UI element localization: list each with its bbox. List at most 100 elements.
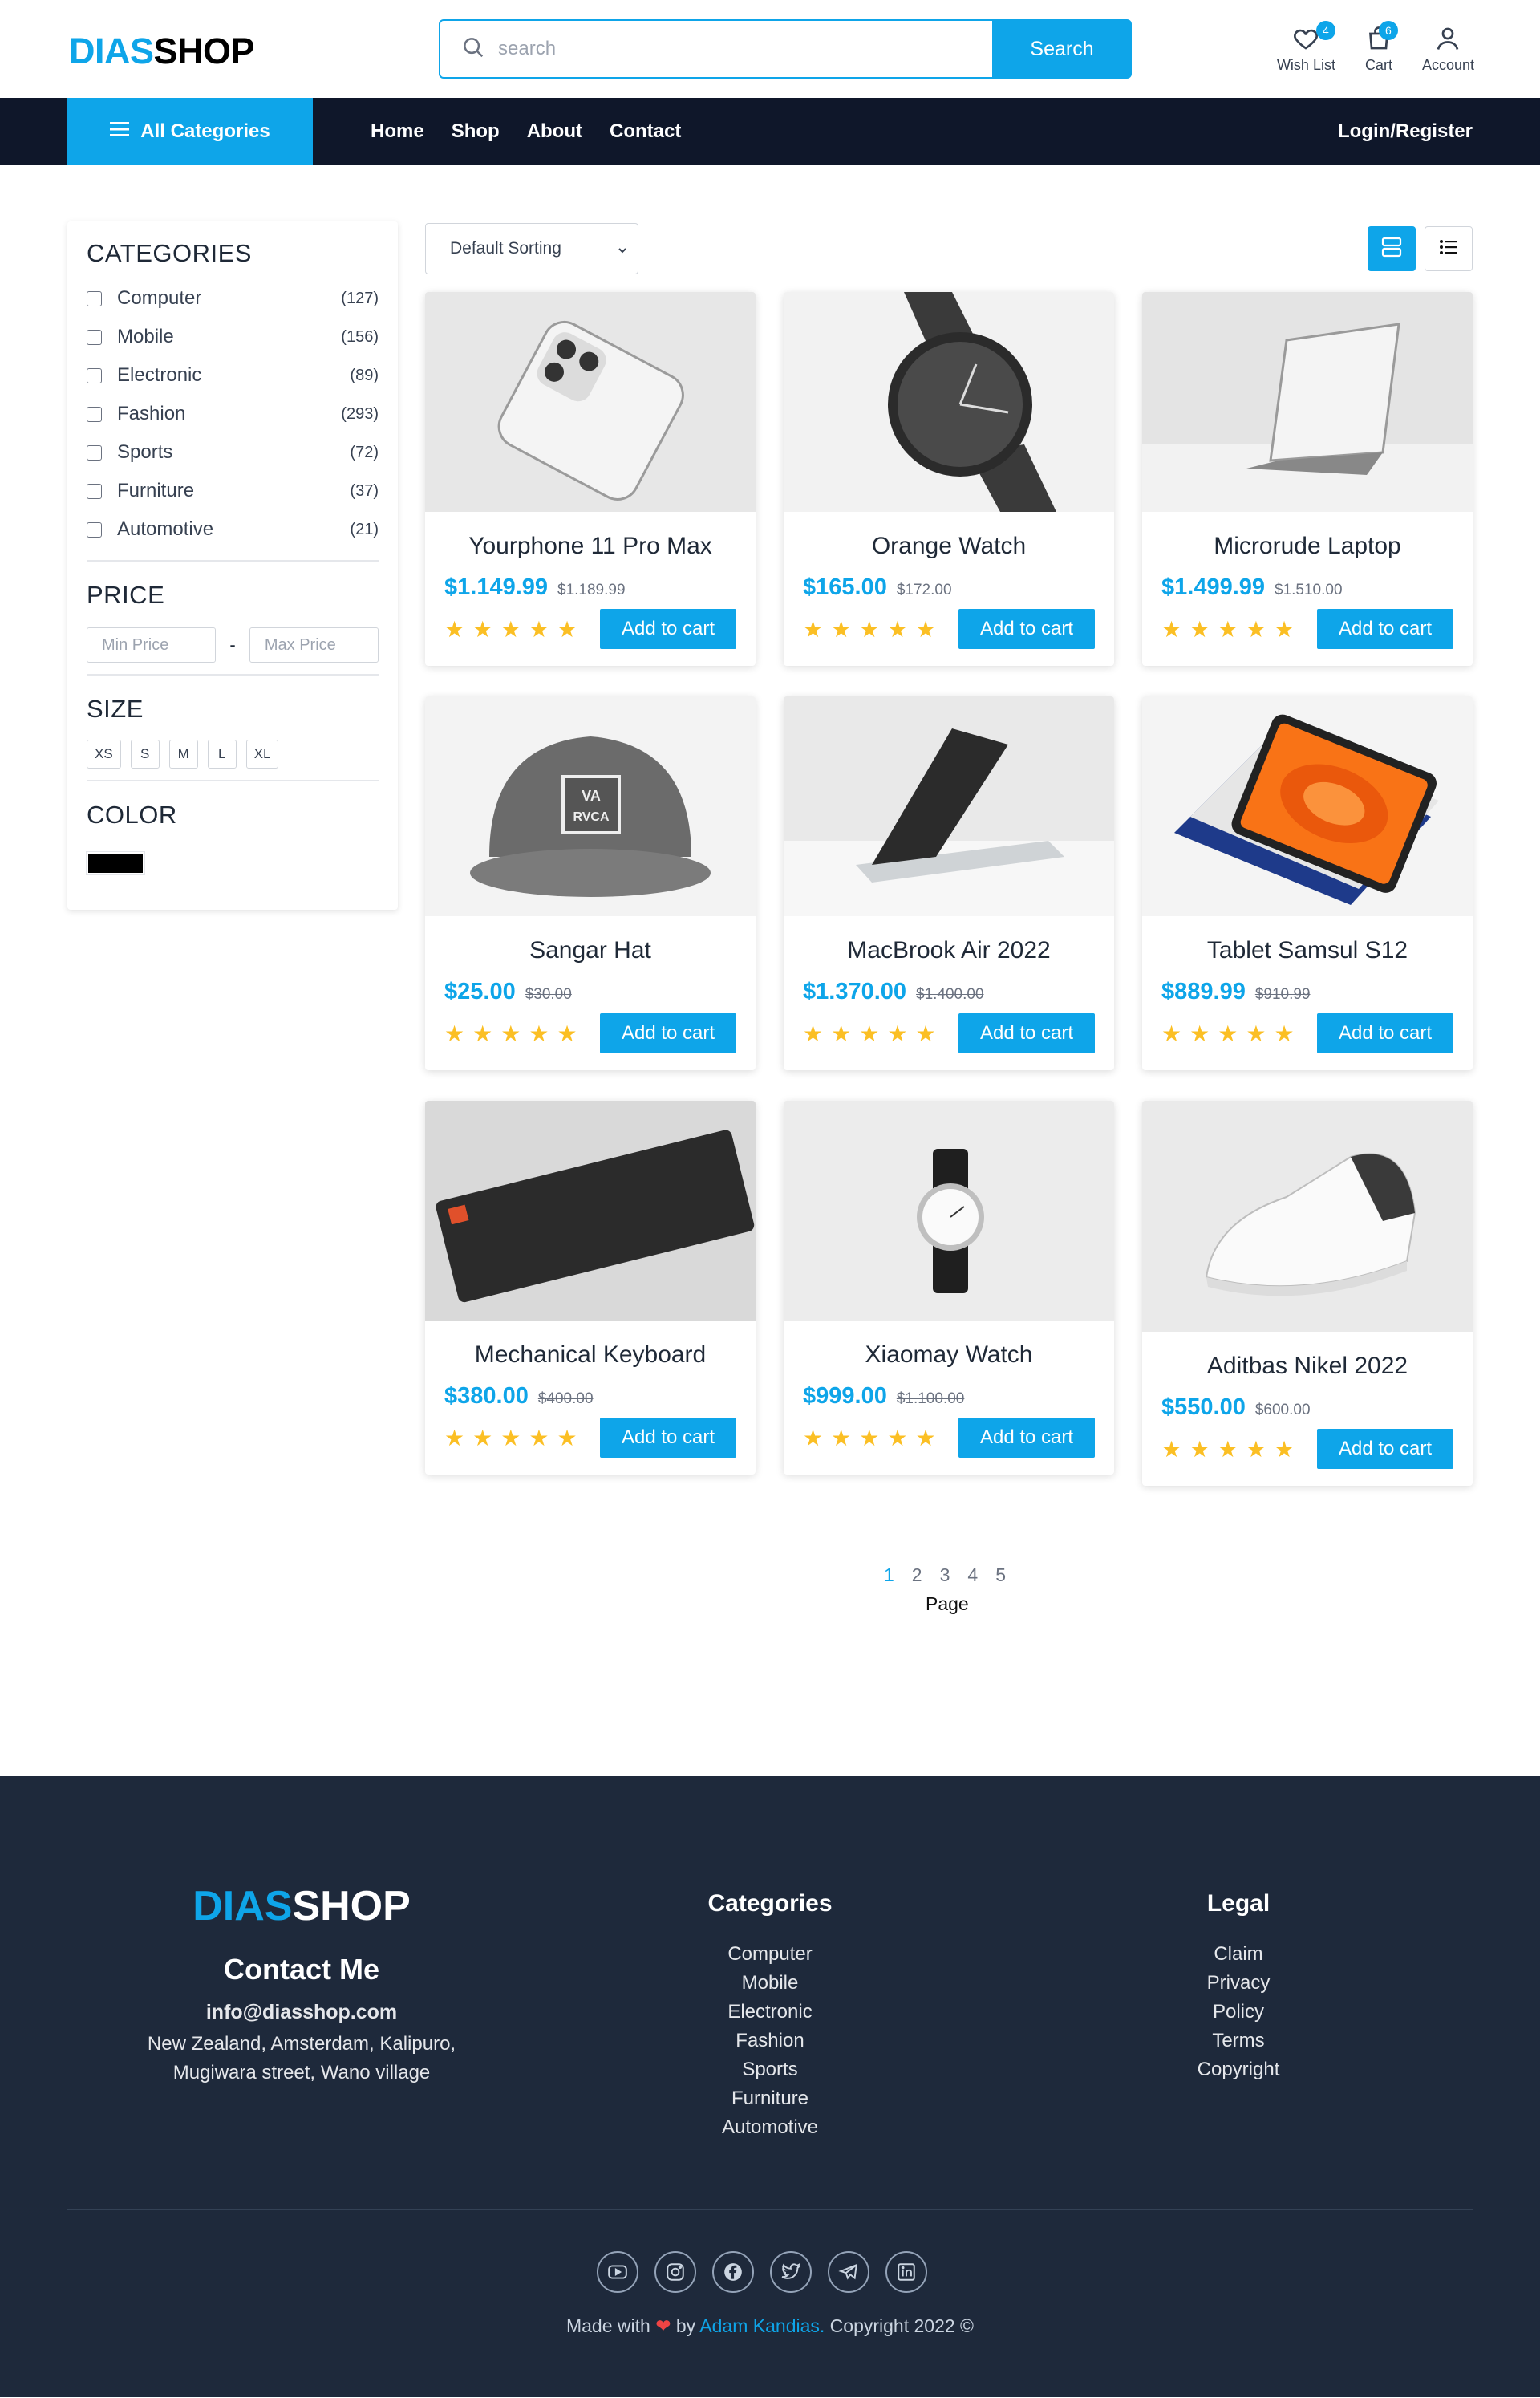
nav-link-home[interactable]: Home: [371, 120, 424, 143]
category-checkbox[interactable]: [87, 329, 102, 345]
add-to-cart-button[interactable]: Add to cart: [1317, 1429, 1453, 1469]
max-price-input[interactable]: Max Price: [249, 627, 379, 663]
svg-text:RVCA: RVCA: [573, 810, 609, 824]
footer-category-link[interactable]: Computer: [610, 1940, 930, 1969]
youtube-icon[interactable]: [597, 2251, 638, 2293]
product-name[interactable]: Yourphone 11 Pro Max: [425, 533, 756, 560]
category-item[interactable]: Furniture (37): [87, 472, 379, 510]
size-option-xl[interactable]: XL: [245, 740, 279, 769]
product-name[interactable]: Orange Watch: [784, 533, 1114, 560]
footer-category-link[interactable]: Mobile: [610, 1969, 930, 1998]
footer-legal-link[interactable]: Policy: [1078, 1998, 1399, 2027]
size-option-xs[interactable]: XS: [87, 740, 121, 769]
add-to-cart-button[interactable]: Add to cart: [1317, 1013, 1453, 1053]
footer-legal-link[interactable]: Claim: [1078, 1940, 1399, 1969]
product-image-laptop[interactable]: [1142, 292, 1473, 512]
size-option-s[interactable]: S: [130, 740, 160, 769]
product-name[interactable]: Tablet Samsul S12: [1142, 937, 1473, 964]
min-price-input[interactable]: Min Price: [87, 627, 217, 663]
category-checkbox[interactable]: [87, 367, 102, 383]
category-checkbox[interactable]: [87, 483, 102, 499]
add-to-cart-button[interactable]: Add to cart: [600, 609, 736, 649]
facebook-icon[interactable]: [712, 2251, 754, 2293]
linkedin-icon[interactable]: [886, 2251, 927, 2293]
page-link-4[interactable]: 4: [967, 1564, 978, 1586]
telegram-icon[interactable]: [828, 2251, 869, 2293]
category-checkbox[interactable]: [87, 521, 102, 538]
product-name[interactable]: Sangar Hat: [425, 937, 756, 964]
author-link[interactable]: Adam Kandias.: [699, 2315, 825, 2336]
add-to-cart-button[interactable]: Add to cart: [958, 609, 1095, 649]
wishlist-count-badge: 4: [1315, 21, 1335, 40]
footer-category-link[interactable]: Fashion: [610, 2027, 930, 2055]
category-checkbox[interactable]: [87, 406, 102, 422]
footer-legal-link[interactable]: Copyright: [1078, 2055, 1399, 2084]
sort-select[interactable]: Default Sorting: [425, 223, 638, 274]
product-image-keyboard[interactable]: [425, 1101, 756, 1321]
product-image-tablet[interactable]: [1142, 696, 1473, 916]
nav-link-about[interactable]: About: [527, 120, 582, 143]
page-link-1[interactable]: 1: [884, 1564, 894, 1586]
category-item[interactable]: Electronic (89): [87, 356, 379, 395]
product-name[interactable]: Mechanical Keyboard: [425, 1341, 756, 1369]
product-image-sneaker[interactable]: [1142, 1101, 1473, 1332]
search-field[interactable]: [439, 19, 992, 79]
size-option-m[interactable]: M: [168, 740, 198, 769]
divider: [87, 674, 379, 676]
account-button[interactable]: Account: [1422, 24, 1474, 74]
add-to-cart-button[interactable]: Add to cart: [600, 1013, 736, 1053]
footer-category-link[interactable]: Automotive: [610, 2113, 930, 2142]
nav-link-contact[interactable]: Contact: [610, 120, 681, 143]
page-link-2[interactable]: 2: [912, 1564, 922, 1586]
footer-legal-link[interactable]: Privacy: [1078, 1969, 1399, 1998]
instagram-icon[interactable]: [654, 2251, 696, 2293]
price-dash: -: [229, 635, 236, 655]
product-image-macbook[interactable]: [784, 696, 1114, 916]
product-card: Tablet Samsul S12 $889.99 $910.99 ★ ★ ★ ★ ★ Ad…: [1142, 696, 1473, 1070]
category-checkbox[interactable]: [87, 290, 102, 306]
color-swatch-black[interactable]: [86, 851, 145, 875]
add-to-cart-button[interactable]: Add to cart: [958, 1418, 1095, 1458]
category-item[interactable]: Sports (72): [87, 433, 379, 472]
category-item[interactable]: Automotive (21): [87, 510, 379, 549]
footer-legal-link[interactable]: Terms: [1078, 2027, 1399, 2055]
footer-category-link[interactable]: Sports: [610, 2055, 930, 2084]
product-name[interactable]: Xiaomay Watch: [784, 1341, 1114, 1369]
add-to-cart-button[interactable]: Add to cart: [958, 1013, 1095, 1053]
product-name[interactable]: MacBrook Air 2022: [784, 937, 1114, 964]
logo[interactable]: DIASSHOP: [69, 30, 255, 72]
grid-view-button[interactable]: [1368, 226, 1416, 271]
all-categories-button[interactable]: All Categories: [67, 98, 313, 165]
wishlist-button[interactable]: 4 Wish List: [1277, 21, 1335, 74]
contact-email[interactable]: info@diasshop.com: [109, 1998, 494, 2027]
product-card: Mechanical Keyboard $380.00 $400.00 ★ ★ ★ ★ ★…: [425, 1101, 756, 1475]
product-image-xiaomay-watch[interactable]: [784, 1101, 1114, 1321]
product-image-phone[interactable]: [425, 292, 756, 512]
search-button[interactable]: Search: [992, 19, 1132, 79]
category-checkbox[interactable]: [87, 444, 102, 461]
footer-category-link[interactable]: Electronic: [610, 1998, 930, 2027]
add-to-cart-button[interactable]: Add to cart: [600, 1418, 736, 1458]
category-item[interactable]: Computer (127): [87, 279, 379, 318]
footer-category-link[interactable]: Furniture: [610, 2084, 930, 2113]
login-register-link[interactable]: Login/Register: [1338, 120, 1473, 143]
cart-button[interactable]: 6 Cart: [1364, 21, 1398, 74]
category-item[interactable]: Mobile (156): [87, 318, 379, 356]
add-to-cart-button[interactable]: Add to cart: [1317, 609, 1453, 649]
copyright-text: Copyright 2022 ©: [829, 2315, 974, 2336]
size-option-l[interactable]: L: [207, 740, 237, 769]
page-link-5[interactable]: 5: [995, 1564, 1006, 1586]
product-name[interactable]: Aditbas Nikel 2022: [1142, 1353, 1473, 1380]
star-icon: ★: [500, 1020, 521, 1046]
twitter-icon[interactable]: [770, 2251, 812, 2293]
search-input[interactable]: [498, 38, 947, 60]
category-item[interactable]: Fashion (293): [87, 395, 379, 433]
footer-logo[interactable]: DIASSHOP: [109, 1882, 494, 1930]
product-image-hat[interactable]: VA RVCA: [425, 696, 756, 916]
list-view-button[interactable]: [1424, 226, 1473, 271]
page-link-3[interactable]: 3: [940, 1564, 950, 1586]
product-name[interactable]: Microrude Laptop: [1142, 533, 1473, 560]
star-icon: ★: [887, 1425, 908, 1451]
product-image-watch[interactable]: [784, 292, 1114, 512]
nav-link-shop[interactable]: Shop: [452, 120, 500, 143]
